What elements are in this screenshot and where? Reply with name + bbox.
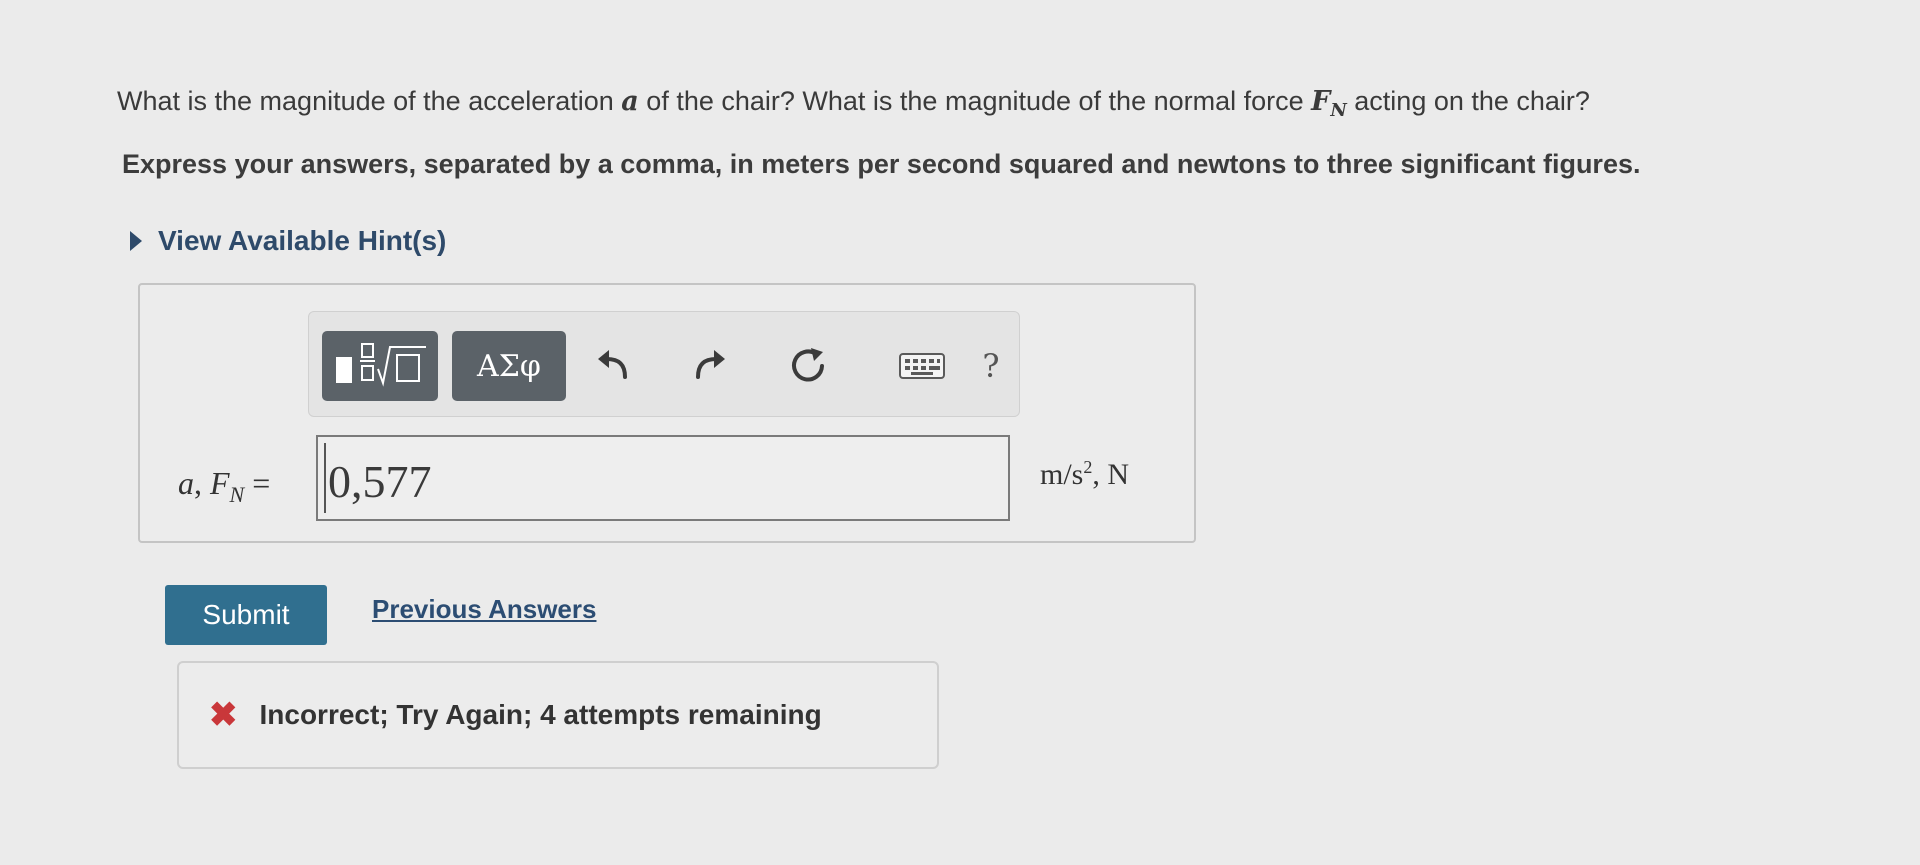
undo-icon — [598, 350, 627, 379]
answer-panel: ΑΣφ ? a, FN = 0,577 m/s2, N — [138, 283, 1196, 543]
instructions-text: Express your answers, separated by a com… — [122, 149, 1641, 179]
redo-button[interactable] — [684, 341, 734, 391]
math-toolbar: ΑΣφ ? — [308, 311, 1020, 417]
feedback-box: ✖ Incorrect; Try Again; 4 attempts remai… — [177, 661, 939, 769]
template-button[interactable] — [322, 331, 438, 401]
view-hints-label: View Available Hint(s) — [158, 225, 447, 256]
answer-units: m/s2, N — [1040, 457, 1130, 491]
previous-answers-link[interactable]: Previous Answers — [372, 594, 596, 625]
incorrect-x-icon: ✖ — [209, 696, 238, 734]
variable-fn: FN — [1311, 86, 1347, 121]
answer-label: a, FN = — [178, 465, 271, 507]
template-icon — [336, 343, 426, 387]
keyboard-icon — [899, 353, 945, 379]
reset-button[interactable] — [784, 341, 834, 391]
greek-symbols-button[interactable]: ΑΣφ — [452, 331, 566, 401]
keyboard-button[interactable] — [897, 341, 947, 391]
feedback-message: Incorrect; Try Again; 4 attempts remaini… — [259, 699, 822, 730]
help-button[interactable]: ? — [966, 341, 1016, 391]
variable-a: a — [621, 86, 639, 117]
help-icon: ? — [982, 347, 1000, 385]
redo-icon — [696, 350, 725, 379]
view-hints-toggle[interactable]: View Available Hint(s) — [130, 225, 446, 257]
undo-button[interactable] — [589, 341, 639, 391]
submit-button[interactable]: Submit — [165, 585, 327, 645]
expand-triangle-icon — [130, 231, 142, 251]
reset-icon — [792, 348, 824, 382]
question-text: What is the magnitude of the acceleratio… — [117, 86, 1590, 121]
answer-input[interactable]: 0,577 — [316, 435, 1010, 521]
